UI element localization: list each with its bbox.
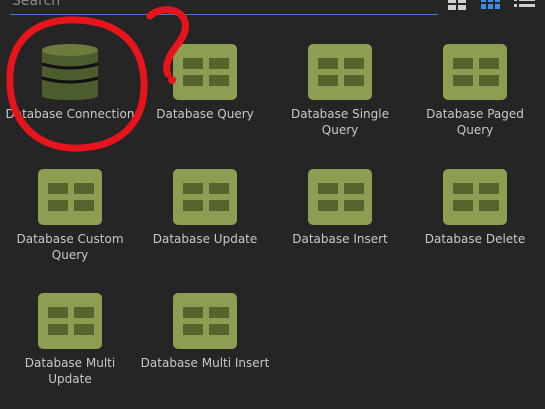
component-label: Database Insert: [292, 232, 388, 246]
small-grid-view-button[interactable]: [481, 0, 501, 10]
component-label: Database Delete: [424, 232, 526, 246]
component-database-connection[interactable]: Database Connection: [2, 44, 138, 154]
table-icon: [308, 169, 372, 225]
component-label: Database Query: [156, 107, 254, 121]
small-grid-icon: [481, 0, 500, 9]
component-database-query[interactable]: Database Query: [137, 44, 273, 154]
component-database-insert[interactable]: Database Insert: [272, 169, 408, 279]
list-view-button[interactable]: [514, 0, 536, 10]
component-database-custom-query[interactable]: Database Custom Query: [2, 169, 138, 279]
list-icon: [514, 0, 535, 7]
search-bar: [10, 0, 438, 15]
large-grid-icon: [448, 0, 466, 10]
table-icon: [173, 169, 237, 225]
search-input[interactable]: [10, 0, 432, 11]
table-icon: [443, 169, 507, 225]
table-icon: [443, 44, 507, 100]
component-database-multi-insert[interactable]: Database Multi Insert: [137, 293, 273, 403]
component-database-delete[interactable]: Database Delete: [407, 169, 543, 279]
table-icon: [38, 293, 102, 349]
table-icon: [308, 44, 372, 100]
component-database-multi-update[interactable]: Database Multi Update: [2, 293, 138, 403]
component-label: Database Update: [152, 232, 258, 246]
component-label: Database Connection: [5, 107, 135, 121]
component-database-single-query[interactable]: Database Single Query: [272, 44, 408, 154]
table-icon: [173, 44, 237, 100]
component-label: Database Custom Query: [16, 232, 124, 262]
component-database-paged-query[interactable]: Database Paged Query: [407, 44, 543, 154]
component-label: Database Single Query: [291, 107, 389, 137]
large-grid-view-button[interactable]: [447, 0, 467, 10]
table-icon: [38, 169, 102, 225]
component-label: Database Paged Query: [426, 107, 524, 137]
component-database-update[interactable]: Database Update: [137, 169, 273, 279]
table-icon: [173, 293, 237, 349]
component-label: Database Multi Insert: [140, 356, 270, 370]
database-icon: [41, 44, 99, 100]
component-label: Database Multi Update: [24, 356, 116, 386]
